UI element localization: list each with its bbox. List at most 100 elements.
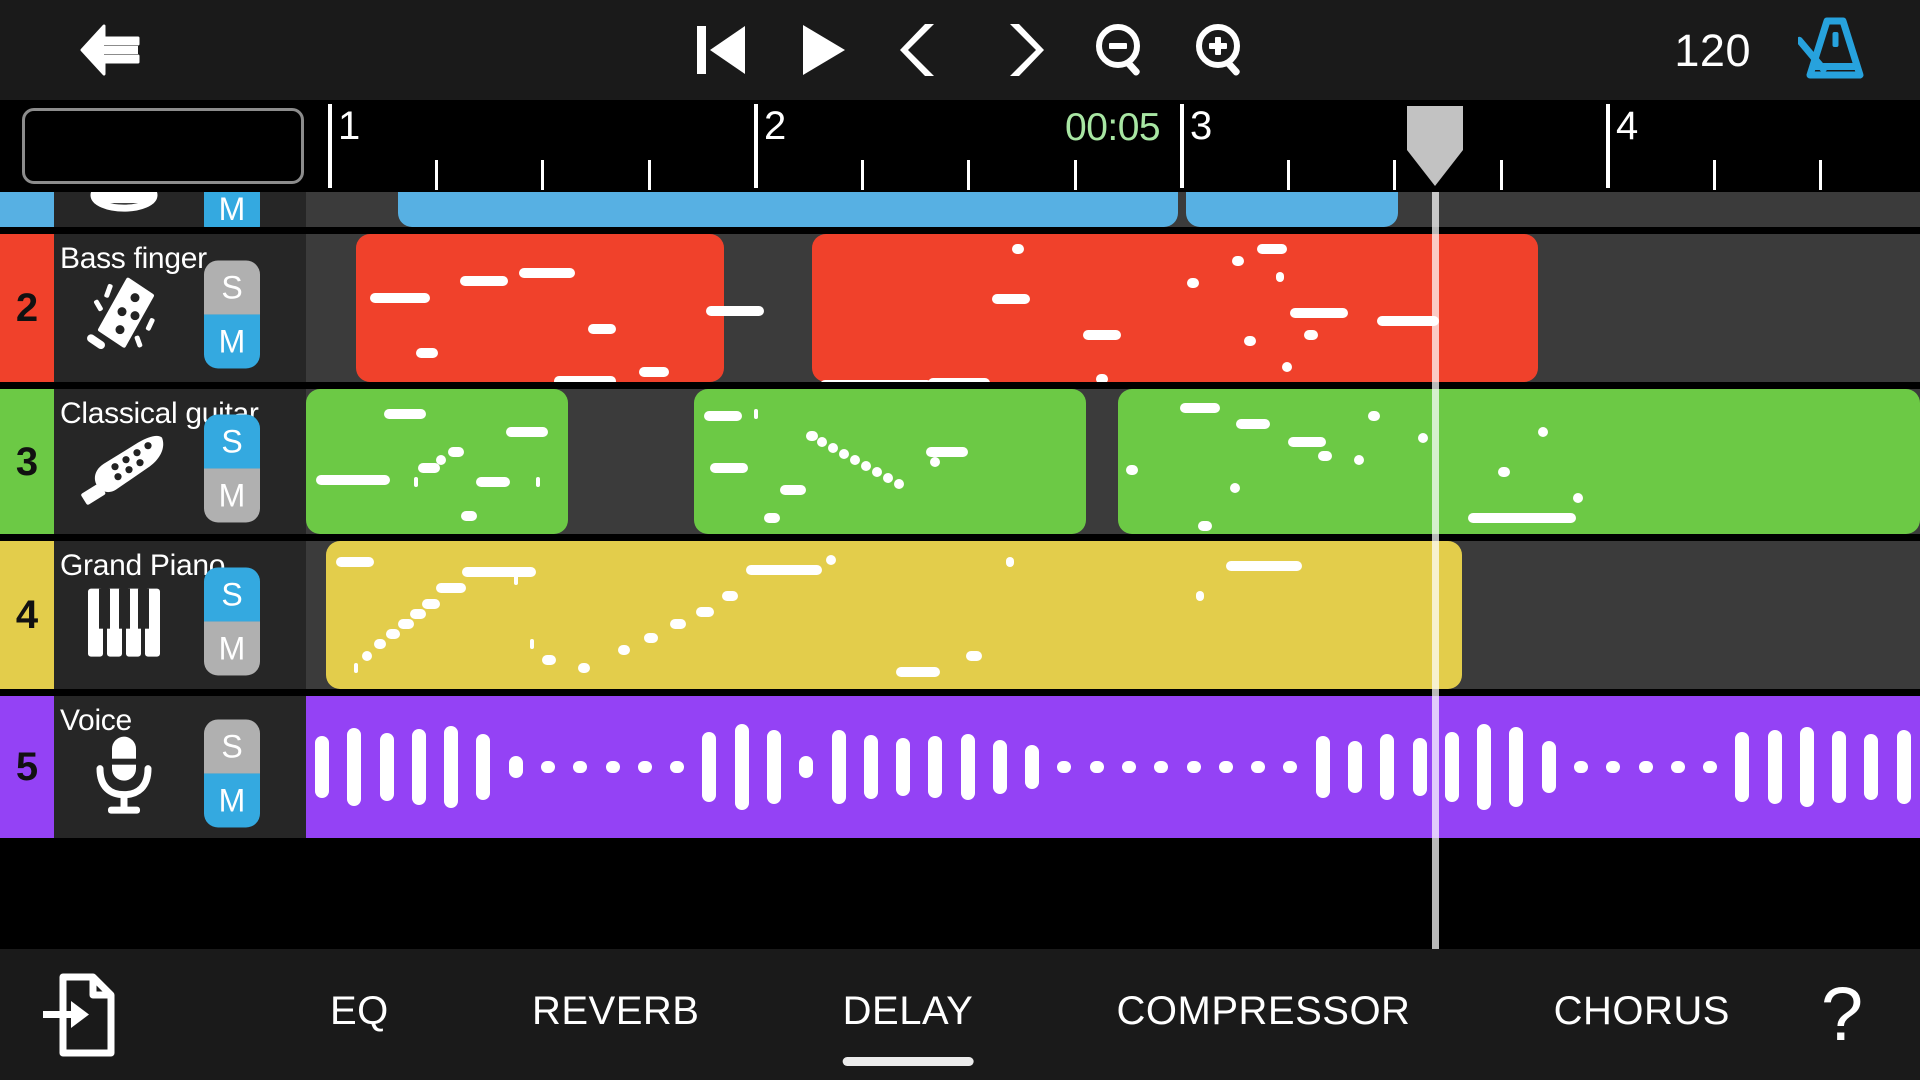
track-header[interactable]: Classical guitar S M <box>54 389 356 534</box>
track-header[interactable]: SM <box>54 192 356 240</box>
midi-clip[interactable] <box>1186 192 1398 227</box>
help-button[interactable]: ? <box>1802 967 1882 1063</box>
bar-line <box>1606 104 1610 188</box>
midi-clip[interactable] <box>326 541 1462 689</box>
midi-note <box>1180 403 1220 413</box>
track-row[interactable]: 5 Voice S M <box>0 696 1920 838</box>
midi-note <box>1498 467 1510 477</box>
back-button[interactable] <box>55 0 165 100</box>
bass-guitar-icon[interactable] <box>76 268 172 364</box>
waveform-bar <box>1606 761 1620 773</box>
midi-note <box>1226 561 1302 571</box>
midi-note <box>817 437 827 447</box>
guitar-headstock-icon[interactable] <box>76 421 172 517</box>
midi-note <box>1232 256 1244 266</box>
mute-button[interactable]: M <box>204 773 260 828</box>
waveform-bar <box>1477 724 1491 810</box>
bar-line <box>1180 104 1184 188</box>
track-header[interactable]: Grand Piano S M <box>54 541 356 689</box>
midi-note <box>764 513 780 523</box>
midi-note <box>1126 465 1138 475</box>
mute-button[interactable]: M <box>204 621 260 676</box>
midi-clip[interactable] <box>694 389 1086 534</box>
waveform-bar <box>1251 761 1265 773</box>
midi-note <box>354 663 358 673</box>
track-lane[interactable] <box>306 389 1920 534</box>
midi-note <box>896 667 940 677</box>
midi-clip[interactable] <box>356 234 764 382</box>
mute-button[interactable]: M <box>204 467 260 522</box>
metronome-button[interactable] <box>1795 10 1875 90</box>
track-list: SM2Bass fingerSM3Classical guitarSM4Gran… <box>0 192 1920 949</box>
bar-line <box>328 104 332 188</box>
fx-tab-chorus[interactable]: CHORUS <box>1554 989 1730 1040</box>
export-button[interactable] <box>30 967 126 1063</box>
track-header[interactable]: Voice S M <box>54 696 356 838</box>
zoom-in-button[interactable] <box>1172 0 1272 100</box>
midi-note <box>1198 521 1212 531</box>
midi-note <box>1290 308 1348 318</box>
track-lane[interactable] <box>306 541 1920 689</box>
midi-note <box>872 467 882 477</box>
track-row[interactable]: 2 Bass finger S M <box>0 234 1920 382</box>
solo-button[interactable]: S <box>204 719 260 774</box>
midi-note <box>1083 330 1121 340</box>
midi-note <box>1368 411 1380 421</box>
midi-note <box>418 463 440 473</box>
track-lane[interactable] <box>306 192 1920 227</box>
mute-button[interactable]: M <box>204 314 260 369</box>
previous-button[interactable] <box>872 0 972 100</box>
midi-note <box>1304 330 1318 340</box>
midi-note <box>696 607 714 617</box>
microphone-icon[interactable] <box>76 727 172 823</box>
midi-clip[interactable] <box>1118 389 1920 534</box>
timeline-ruler[interactable]: 1 2 3 4 00:05 <box>306 100 1920 192</box>
audio-clip[interactable] <box>306 696 1920 838</box>
track-separator <box>0 382 1920 389</box>
midi-note <box>1354 455 1364 465</box>
midi-note <box>722 591 738 601</box>
waveform-bar <box>1348 741 1362 793</box>
midi-clip[interactable] <box>398 192 1178 227</box>
fx-tab-compressor[interactable]: COMPRESSOR <box>1117 989 1411 1040</box>
track-lane[interactable] <box>306 696 1920 838</box>
midi-note <box>710 463 748 473</box>
midi-note <box>1276 272 1284 282</box>
midi-note <box>514 575 518 585</box>
next-button[interactable] <box>972 0 1072 100</box>
drums-icon[interactable] <box>76 192 172 231</box>
zoom-out-button[interactable] <box>1072 0 1172 100</box>
play-button[interactable] <box>772 0 872 100</box>
midi-note <box>618 645 630 655</box>
waveform-bar <box>1768 730 1782 804</box>
midi-note <box>536 477 540 487</box>
waveform-bar <box>1574 761 1588 773</box>
playhead-handle[interactable] <box>1407 106 1463 186</box>
fx-tab-delay[interactable]: DELAY <box>843 989 974 1040</box>
track-header[interactable]: Bass finger S M <box>54 234 356 382</box>
solo-button[interactable]: S <box>204 413 260 468</box>
solo-button[interactable]: S <box>204 260 260 315</box>
fx-tab-eq[interactable]: EQ <box>330 989 389 1040</box>
play-icon <box>803 25 845 75</box>
midi-note <box>1187 278 1199 288</box>
track-color-strip: 2 <box>0 234 54 382</box>
midi-clip[interactable] <box>306 389 568 534</box>
midi-note <box>706 306 764 316</box>
fx-tab-reverb[interactable]: REVERB <box>532 989 700 1040</box>
track-row[interactable]: 4 Grand Piano S M <box>0 541 1920 689</box>
midi-note <box>398 619 414 629</box>
track-row[interactable]: 3 Classical guitar S M <box>0 389 1920 534</box>
tempo-value[interactable]: 120 <box>1674 28 1751 73</box>
track-row[interactable]: SM <box>0 192 1920 240</box>
piano-keys-icon[interactable] <box>76 575 172 671</box>
midi-clip[interactable] <box>812 234 1538 382</box>
skip-to-start-button[interactable] <box>672 0 772 100</box>
midi-note <box>1418 433 1428 443</box>
solo-button[interactable]: S <box>204 567 260 622</box>
track-lane[interactable] <box>306 234 1920 382</box>
track-color-strip: 5 <box>0 696 54 838</box>
midi-note <box>746 565 822 575</box>
loop-region-box[interactable] <box>22 108 304 184</box>
midi-note <box>992 294 1030 304</box>
